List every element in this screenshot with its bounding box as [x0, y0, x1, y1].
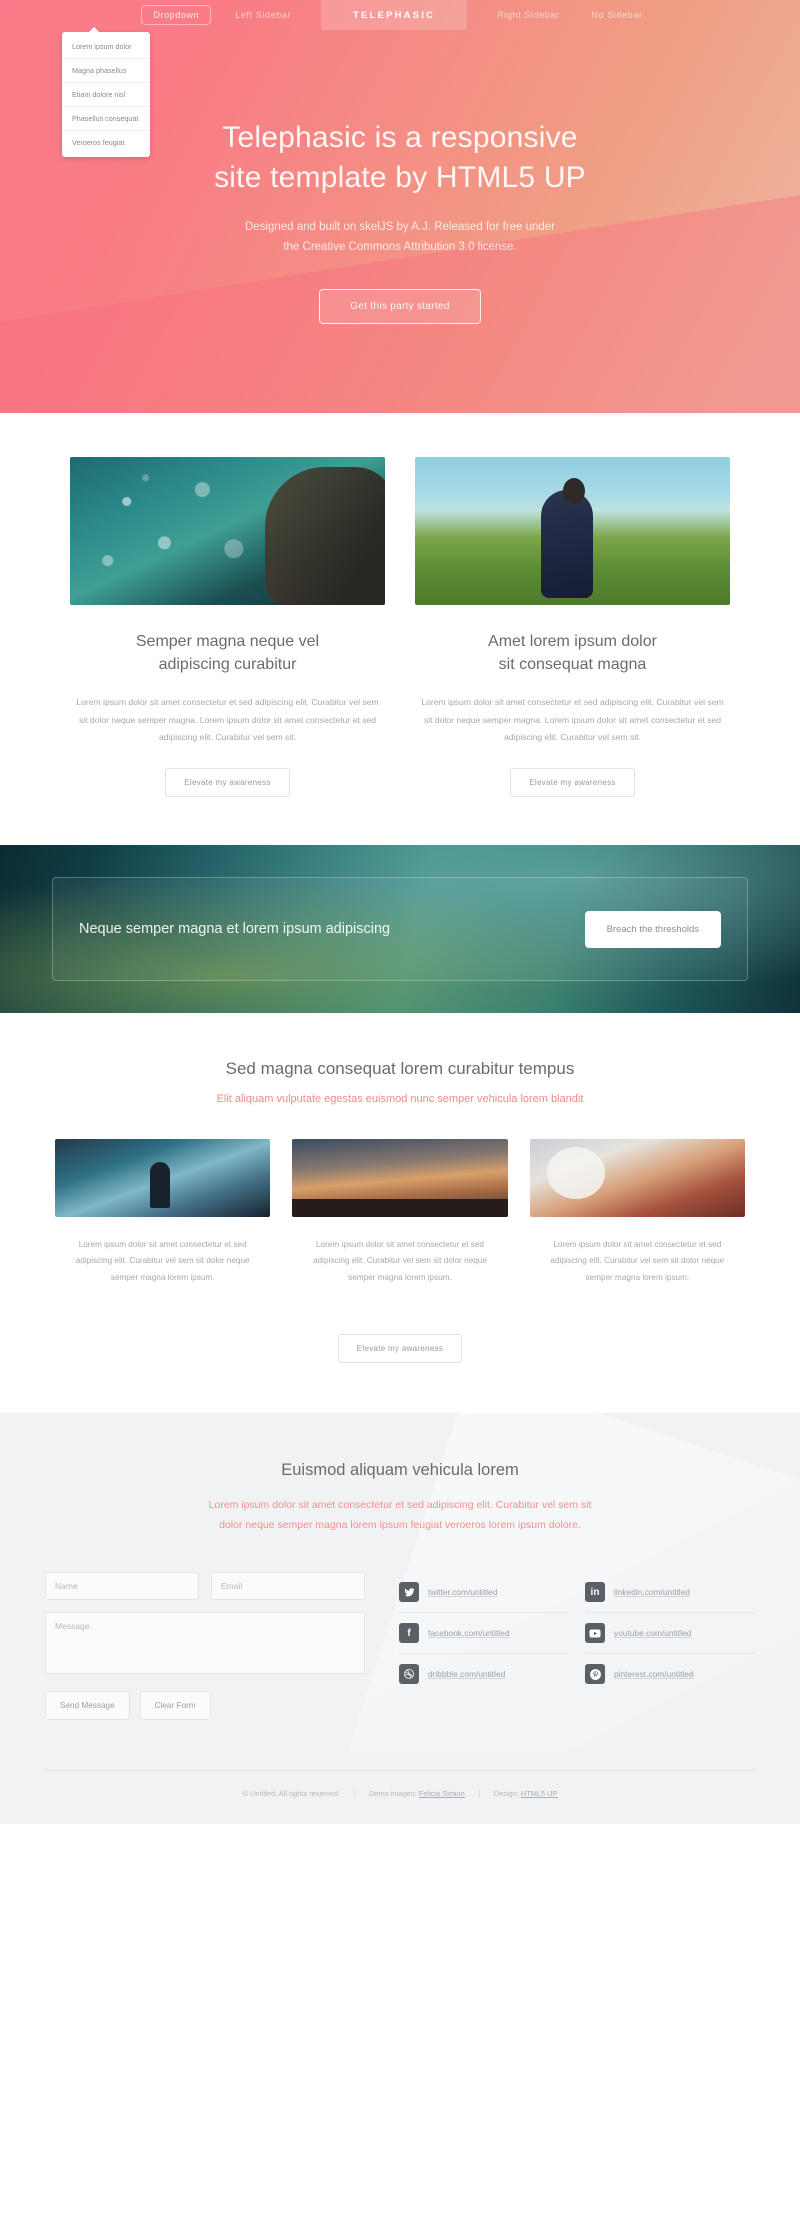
social-link-label: pinterest.com/untitled [614, 1669, 694, 1680]
gallery-body: Lorem ipsum dolor sit amet consectetur e… [313, 1240, 487, 1282]
linkedin-icon: in [585, 1582, 605, 1603]
contact-sub-line1: Lorem ipsum dolor sit amet consectetur e… [208, 1499, 592, 1512]
gallery-image-wind-turbines-sunset [292, 1139, 508, 1217]
feature-image-man-with-water-droplets [70, 457, 385, 605]
social-link-label: linkedin.com/untitled [614, 1587, 690, 1598]
nav-item-telephasic[interactable]: TELEPHASIC [321, 0, 468, 30]
social-link-twitter[interactable]: twitter.com/untitled [399, 1572, 569, 1614]
hero-section: Dropdown Left Sidebar TELEPHASIC Right S… [0, 0, 800, 413]
dropdown-menu-item[interactable]: Veroeros feugiat [62, 131, 150, 154]
cta-banner-button[interactable]: Breach the thresholds [584, 910, 721, 948]
pinterest-icon [585, 1664, 605, 1685]
feature-title: Semper magna neque vel adipiscing curabi… [70, 631, 385, 676]
main-navigation: Dropdown Left Sidebar TELEPHASIC Right S… [0, 0, 800, 30]
footer-links: © Untitled. All rights reserved. Demo im… [0, 1789, 800, 1799]
social-link-dribbble[interactable]: dribbble.com/untitled [399, 1654, 569, 1694]
feature-image-woman-in-field [415, 457, 730, 605]
email-input[interactable] [211, 1572, 365, 1601]
contact-subtitle: Lorem ipsum dolor sit amet consectetur e… [0, 1496, 800, 1536]
gallery-section: Sed magna consequat lorem curabitur temp… [0, 1013, 800, 1414]
nav-item-no-sidebar[interactable]: No Sidebar [576, 0, 659, 30]
nav-item-right-sidebar[interactable]: Right Sidebar [481, 0, 575, 30]
footer-design-link[interactable]: HTML5 UP [521, 1789, 558, 1798]
gallery-image-person-in-doorway [55, 1139, 271, 1217]
footer-divider [45, 1770, 755, 1772]
hero-sub-line1: Designed and built on skelJS by A.J. Rel… [244, 221, 556, 234]
contact-form: Send Message Clear Form [45, 1572, 365, 1721]
feature-card: Amet lorem ipsum dolor sit consequat mag… [415, 457, 730, 797]
nav-brand-label: TELEPHASIC [353, 9, 436, 21]
feature-title-line1: Amet lorem ipsum dolor [488, 633, 657, 650]
message-textarea[interactable] [45, 1612, 365, 1675]
footer-copyright: © Untitled. All rights reserved. [242, 1789, 341, 1799]
gallery-card: Lorem ipsum dolor sit amet consectetur e… [529, 1139, 745, 1286]
dribbble-icon [399, 1664, 419, 1685]
social-link-pinterest[interactable]: pinterest.com/untitled [585, 1654, 755, 1694]
footer-demo-label: Demo images: [369, 1789, 417, 1799]
clear-form-button[interactable]: Clear Form [139, 1691, 211, 1721]
gallery-card: Lorem ipsum dolor sit amet consectetur e… [55, 1139, 271, 1286]
feature-title: Amet lorem ipsum dolor sit consequat mag… [415, 631, 730, 676]
page-footer: © Untitled. All rights reserved. Demo im… [0, 1750, 800, 1825]
gallery-image-woman-with-flowers [529, 1139, 745, 1217]
features-section: Semper magna neque vel adipiscing curabi… [0, 413, 800, 845]
nav-dropdown-label: Dropdown [153, 10, 200, 20]
hero-cta-button[interactable]: Get this party started [319, 289, 481, 325]
page-root: Dropdown Left Sidebar TELEPHASIC Right S… [0, 0, 800, 1825]
gallery-subtitle: Elit aliquam vulputate egestas euismod n… [216, 1093, 584, 1105]
feature-body: Lorem ipsum dolor sit amet consectetur e… [421, 697, 724, 742]
hero-title-line1: Telephasic is a responsive [222, 121, 578, 154]
feature-card: Semper magna neque vel adipiscing curabi… [70, 457, 385, 797]
name-input[interactable] [45, 1572, 199, 1601]
feature-button[interactable]: Elevate my awareness [510, 768, 635, 797]
footer-demo-link[interactable]: Felicia Simion [419, 1789, 465, 1798]
nav-item-left-sidebar[interactable]: Left Sidebar [219, 0, 307, 30]
dropdown-menu: Lorem ipsum dolor Magna phasellus Etiam … [62, 27, 150, 157]
footer-demo-images: Demo images: Felicia Simion [354, 1789, 479, 1799]
hero-subtitle: Designed and built on skelJS by A.J. Rel… [0, 217, 800, 257]
social-links: twitter.com/untitled in linkedin.com/unt… [399, 1572, 755, 1720]
gallery-button[interactable]: Elevate my awareness [337, 1334, 463, 1364]
feature-title-line2: sit consequat magna [498, 655, 647, 673]
dropdown-menu-item[interactable]: Etiam dolore nisl [62, 83, 150, 107]
cta-banner-box: Neque semper magna et lorem ipsum adipis… [52, 877, 748, 981]
youtube-icon [585, 1623, 605, 1644]
gallery-title: Sed magna consequat lorem curabitur temp… [225, 1059, 575, 1078]
feature-body: Lorem ipsum dolor sit amet consectetur e… [76, 697, 379, 742]
contact-section: Euismod aliquam vehicula lorem Lorem ips… [0, 1413, 800, 1751]
social-link-label: youtube.com/untitled [614, 1628, 692, 1639]
social-link-label: facebook.com/untitled [428, 1628, 510, 1639]
facebook-icon: f [399, 1623, 419, 1644]
nav-item-label: No Sidebar [591, 10, 643, 20]
social-link-linkedin[interactable]: in linkedin.com/untitled [585, 1572, 755, 1614]
gallery-card: Lorem ipsum dolor sit amet consectetur e… [292, 1139, 508, 1286]
contact-sub-line2: dolor neque semper magna lorem ipsum feu… [219, 1519, 581, 1532]
social-link-label: dribbble.com/untitled [428, 1669, 506, 1680]
nav-item-label: Left Sidebar [235, 10, 291, 20]
dropdown-menu-item[interactable]: Magna phasellus [62, 59, 150, 83]
dropdown-menu-item[interactable]: Phasellus consequat [62, 107, 150, 131]
footer-design: Design: HTML5 UP [478, 1789, 572, 1799]
gallery-body: Lorem ipsum dolor sit amet consectetur e… [75, 1240, 250, 1282]
nav-item-label: Right Sidebar [497, 10, 560, 20]
social-link-facebook[interactable]: f facebook.com/untitled [399, 1613, 569, 1655]
footer-design-label: Design: [493, 1789, 519, 1799]
cta-banner-section: Neque semper magna et lorem ipsum adipis… [0, 845, 800, 1013]
feature-title-line2: adipiscing curabitur [158, 655, 297, 673]
cta-banner-text: Neque semper magna et lorem ipsum adipis… [79, 921, 391, 937]
send-message-button[interactable]: Send Message [45, 1691, 130, 1721]
feature-title-line1: Semper magna neque vel [135, 633, 320, 650]
gallery-body: Lorem ipsum dolor sit amet consectetur e… [550, 1240, 725, 1282]
feature-button[interactable]: Elevate my awareness [165, 768, 290, 797]
contact-title: Euismod aliquam vehicula lorem [281, 1461, 519, 1480]
social-link-youtube[interactable]: youtube.com/untitled [585, 1613, 755, 1655]
social-link-label: twitter.com/untitled [428, 1587, 498, 1598]
twitter-icon [399, 1582, 419, 1603]
hero-title-line2: site template by HTML5 UP [214, 160, 586, 194]
hero-sub-line2: the Creative Commons Attribution 3.0 lic… [283, 241, 517, 254]
dropdown-menu-item[interactable]: Lorem ipsum dolor [62, 35, 150, 59]
nav-dropdown-button[interactable]: Dropdown [141, 5, 212, 25]
